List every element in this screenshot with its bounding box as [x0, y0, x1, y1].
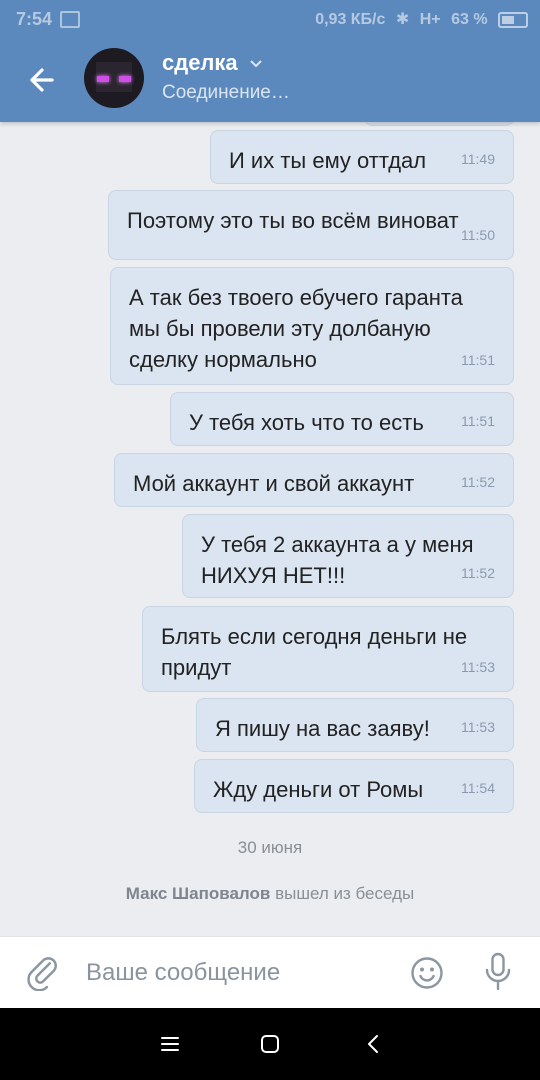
message-time: 11:51	[461, 413, 495, 429]
message-text: Я пишу на вас заяву!	[215, 716, 430, 741]
message-bubble[interactable]: Поэтому это ты во всём виноват 11:50	[108, 190, 514, 260]
system-navigation-bar	[0, 1008, 540, 1080]
chat-header: 7:54 0,93 КБ/с ✱ H+ 63 % сделка Соединен…	[0, 0, 540, 122]
message-text: Жду деньги от Ромы	[213, 777, 424, 802]
gallery-notification-icon	[60, 11, 80, 28]
message-text: У тебя хоть что то есть	[189, 410, 424, 435]
square-icon[interactable]	[258, 1032, 282, 1056]
message-time: 11:51	[461, 352, 495, 368]
arrow-left-icon	[30, 68, 54, 92]
message-bubble[interactable]: И их ты ему оттдал 11:49	[210, 130, 514, 184]
message-text: Поэтому это ты во всём виноват	[127, 208, 459, 233]
battery-icon	[498, 11, 528, 28]
chat-title[interactable]: сделка	[162, 50, 238, 76]
message-time: 11:53	[461, 719, 495, 735]
message-list[interactable]: И их ты ему оттдал 11:49 Поэтому это ты …	[0, 122, 540, 936]
message-text: Мой аккаунт и свой аккаунт	[133, 471, 415, 496]
smiley-icon[interactable]	[410, 956, 444, 990]
back-button[interactable]	[22, 62, 62, 98]
message-time: 11:52	[461, 565, 495, 581]
message-text: А так без твоего ебучего гаранта мы бы п…	[129, 285, 463, 372]
message-time: 11:49	[461, 151, 495, 167]
menu-icon[interactable]	[158, 1032, 182, 1056]
chevron-left-icon[interactable]	[362, 1032, 386, 1056]
service-user-name[interactable]: Макс Шаповалов	[126, 884, 271, 903]
message-input[interactable]	[86, 953, 386, 993]
message-bubble[interactable]: Мой аккаунт и свой аккаунт 11:52	[114, 453, 514, 507]
message-composer	[0, 936, 540, 1009]
status-indicators: 0,93 КБ/с ✱ H+ 63 %	[309, 9, 528, 29]
message-bubble[interactable]	[364, 122, 514, 126]
message-time: 11:53	[461, 659, 495, 675]
service-action: вышел из беседы	[275, 884, 415, 903]
message-text: Блять если сегодня деньги не придут	[161, 624, 468, 680]
status-bar: 7:54 0,93 КБ/с ✱ H+ 63 %	[0, 0, 540, 38]
message-bubble[interactable]: А так без твоего ебучего гаранта мы бы п…	[110, 267, 514, 385]
bluetooth-icon: ✱	[395, 11, 410, 28]
date-separator: 30 июня	[237, 838, 303, 857]
status-time: 7:54	[16, 9, 53, 29]
chat-status: Соединение…	[162, 82, 290, 103]
avatar[interactable]	[84, 48, 144, 108]
message-time: 11:50	[461, 227, 495, 243]
message-time: 11:54	[461, 780, 495, 796]
message-bubble[interactable]: У тебя 2 аккаунта а у меня НИХУЯ НЕТ!!! …	[182, 514, 514, 598]
battery-percent: 63 %	[451, 11, 488, 28]
message-bubble[interactable]: У тебя хоть что то есть 11:51	[170, 392, 514, 446]
microphone-icon[interactable]	[484, 952, 512, 992]
service-message: Макс Шаповалов вышел из беседы	[0, 884, 540, 904]
message-text: И их ты ему оттдал	[229, 148, 427, 173]
message-bubble[interactable]: Жду деньги от Ромы 11:54	[194, 759, 514, 813]
message-bubble[interactable]: Блять если сегодня деньги не придут 11:5…	[142, 606, 514, 692]
paperclip-icon[interactable]	[26, 953, 60, 991]
network-speed: 0,93 КБ/с	[315, 11, 386, 28]
message-text: У тебя 2 аккаунта а у меня НИХУЯ НЕТ!!!	[201, 532, 474, 588]
chevron-down-icon[interactable]	[250, 60, 262, 68]
message-bubble[interactable]: Я пишу на вас заяву! 11:53	[196, 698, 514, 752]
message-time: 11:52	[461, 474, 495, 490]
network-type: H+	[419, 11, 441, 28]
